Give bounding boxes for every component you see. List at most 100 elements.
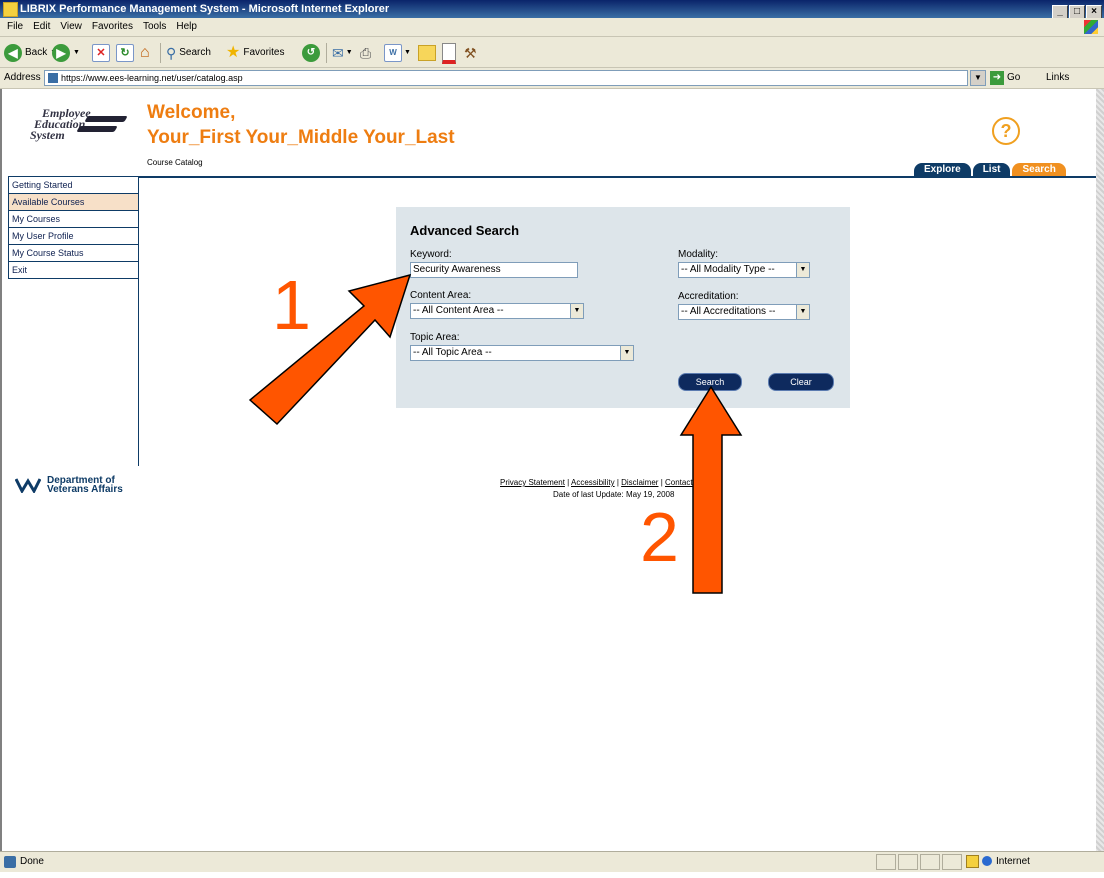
- chevron-down-icon: ▼: [570, 304, 583, 318]
- history-icon: ↺: [302, 44, 320, 62]
- header-divider: [138, 176, 1096, 178]
- content-area-label: Content Area:: [410, 290, 472, 301]
- search-toolbar-button[interactable]: ⚲ Search: [166, 43, 211, 63]
- favorites-label: Favorites: [243, 47, 285, 58]
- status-bar: Done Internet: [0, 851, 1104, 872]
- go-label: Go: [1007, 72, 1021, 83]
- topic-area-label: Topic Area:: [410, 332, 460, 343]
- disclaimer-link[interactable]: Disclaimer: [621, 478, 658, 487]
- go-button[interactable]: ➜ Go: [990, 68, 1020, 88]
- clear-button[interactable]: Clear: [768, 373, 834, 391]
- step-2-label: 2: [640, 498, 679, 576]
- page-icon: [48, 73, 58, 83]
- advanced-search-title: Advanced Search: [410, 223, 520, 238]
- toolbar-separator: [160, 43, 161, 63]
- privacy-link[interactable]: Privacy Statement: [500, 478, 565, 487]
- footer-links: Privacy Statement | Accessibility | Disc…: [500, 478, 711, 487]
- vertical-scrollbar[interactable]: [1096, 89, 1104, 851]
- star-icon: ★: [226, 44, 241, 61]
- menu-tools[interactable]: Tools: [138, 18, 171, 36]
- tab-list[interactable]: List: [972, 163, 1011, 177]
- sidebar-nav: Getting Started Available Courses My Cou…: [8, 176, 139, 466]
- keyword-label: Keyword:: [410, 249, 452, 260]
- history-button[interactable]: ↺: [302, 43, 320, 63]
- home-icon: ⌂: [140, 44, 150, 61]
- print-button[interactable]: ⎙: [360, 43, 371, 63]
- modality-select[interactable]: -- All Modality Type -- ▼: [678, 262, 810, 278]
- stop-icon: ✕: [92, 44, 110, 62]
- menu-file[interactable]: File: [2, 18, 28, 36]
- address-input[interactable]: https://www.ees-learning.net/user/catalo…: [44, 70, 968, 86]
- forward-button[interactable]: ▶ ▼: [52, 43, 80, 63]
- menu-favorites[interactable]: Favorites: [87, 18, 138, 36]
- accreditation-value: -- All Accreditations --: [681, 306, 776, 317]
- window-title: LIBRIX Performance Management System - M…: [20, 3, 390, 15]
- keyword-input[interactable]: Security Awareness: [410, 262, 578, 278]
- note-icon: [418, 45, 436, 61]
- go-arrow-icon: ➜: [990, 71, 1004, 85]
- tab-explore[interactable]: Explore: [914, 163, 971, 177]
- view-tabs: Explore List Search: [912, 163, 1066, 177]
- globe-icon: [982, 856, 992, 866]
- menu-help[interactable]: Help: [171, 18, 202, 36]
- home-button[interactable]: ⌂: [140, 43, 150, 63]
- sidebar-item-getting-started[interactable]: Getting Started: [8, 176, 138, 194]
- help-icon[interactable]: ?: [992, 117, 1020, 145]
- contact-link[interactable]: Contact EES: [665, 478, 711, 487]
- search-button[interactable]: Search: [678, 373, 742, 391]
- modality-value: -- All Modality Type --: [681, 264, 775, 275]
- toolbar-separator: [326, 43, 327, 63]
- back-arrow-icon: ◀: [4, 44, 22, 62]
- forward-arrow-icon: ▶: [52, 44, 70, 62]
- chevron-down-icon: ▼: [345, 49, 353, 56]
- sidebar-item-my-user-profile[interactable]: My User Profile: [8, 228, 138, 245]
- security-zone: Internet: [996, 856, 1030, 867]
- accessibility-link[interactable]: Accessibility: [571, 478, 615, 487]
- chevron-down-icon: ▼: [620, 346, 633, 360]
- back-label: Back: [25, 47, 48, 58]
- modality-label: Modality:: [678, 249, 719, 260]
- status-panes: [876, 854, 964, 878]
- accreditation-label: Accreditation:: [678, 291, 739, 302]
- document-icon: [442, 42, 456, 64]
- tab-search[interactable]: Search: [1012, 163, 1066, 177]
- sidebar-item-my-courses[interactable]: My Courses: [8, 211, 138, 228]
- user-name: Your_First Your_Middle Your_Last: [147, 127, 455, 148]
- favorites-button[interactable]: ★ Favorites: [226, 43, 284, 63]
- stop-button[interactable]: ✕: [92, 43, 110, 63]
- word-icon: W: [384, 44, 402, 62]
- discuss-button[interactable]: [418, 43, 436, 63]
- topic-area-value: -- All Topic Area --: [413, 347, 492, 358]
- mail-button[interactable]: ✉ ▼: [332, 43, 353, 63]
- mail-icon: ✉: [332, 45, 344, 61]
- refresh-button[interactable]: ↻: [116, 43, 134, 63]
- printer-icon: ⎙: [360, 45, 372, 61]
- edit-button[interactable]: W ▼: [384, 43, 411, 63]
- tool-icon: ⚒: [464, 45, 477, 61]
- content-area-select[interactable]: -- All Content Area -- ▼: [410, 303, 584, 319]
- ie-app-icon: [3, 2, 18, 17]
- menu-edit[interactable]: Edit: [28, 18, 55, 36]
- sidebar-item-exit[interactable]: Exit: [8, 262, 138, 279]
- accreditation-select[interactable]: -- All Accreditations -- ▼: [678, 304, 810, 320]
- search-toolbar-label: Search: [179, 47, 211, 58]
- va-emblem-icon: [15, 478, 41, 493]
- messenger-button[interactable]: ⚒: [464, 43, 477, 63]
- address-bar: Address https://www.ees-learning.net/use…: [0, 68, 1104, 89]
- sidebar-item-my-course-status[interactable]: My Course Status: [8, 245, 138, 262]
- status-text: Done: [20, 856, 44, 867]
- topic-area-select[interactable]: -- All Topic Area -- ▼: [410, 345, 634, 361]
- address-url: https://www.ees-learning.net/user/catalo…: [61, 73, 243, 83]
- sidebar-item-available-courses[interactable]: Available Courses: [8, 194, 138, 211]
- back-button[interactable]: ◀ Back ▼: [4, 43, 57, 63]
- address-dropdown-button[interactable]: ▼: [970, 70, 986, 86]
- chevron-down-icon: ▼: [796, 263, 809, 277]
- windows-logo-icon: [1084, 20, 1098, 34]
- logo-swoosh: [76, 126, 118, 132]
- chevron-down-icon: ▼: [796, 305, 809, 319]
- menu-view[interactable]: View: [55, 18, 87, 36]
- advanced-search-panel: Advanced Search Keyword: Security Awaren…: [396, 207, 850, 408]
- research-button[interactable]: [442, 42, 456, 64]
- links-button[interactable]: Links: [1046, 68, 1069, 88]
- lock-icon: [966, 855, 979, 868]
